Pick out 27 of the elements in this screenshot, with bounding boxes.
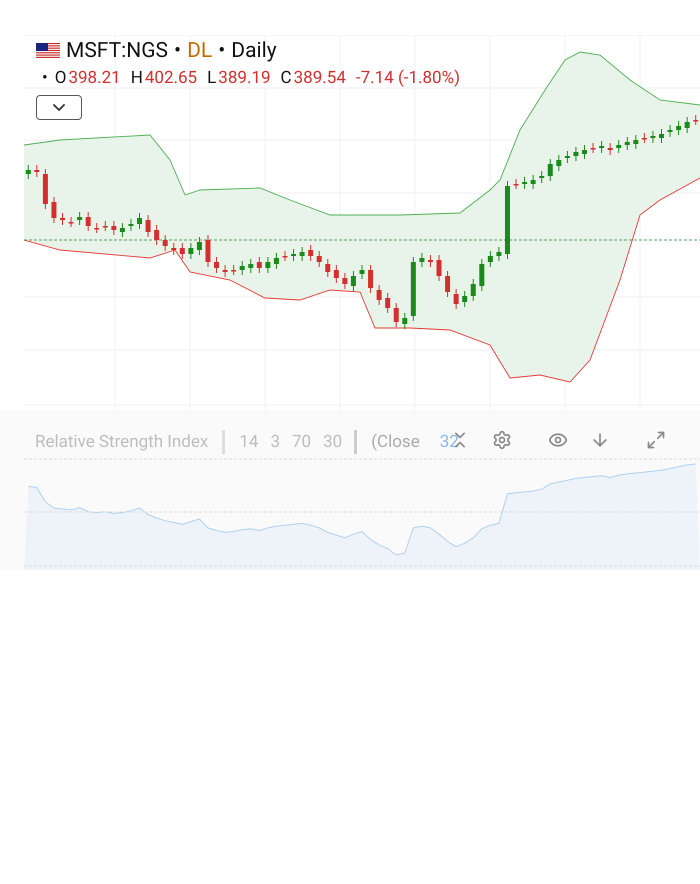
separator-dot: •: [218, 38, 226, 65]
indicator-param: 3: [270, 431, 280, 454]
indicator-param: 30: [323, 431, 342, 454]
ohlc-label: C: [280, 67, 292, 90]
symbol-label: MSFT:NGS: [66, 38, 168, 65]
indicator-name: Relative Strength Index: [35, 431, 208, 454]
ohlc-value: 402.65: [144, 67, 198, 90]
ohlc-value: 398.21: [68, 67, 121, 90]
ohlc-value: 389.54: [294, 67, 346, 90]
chevron-down-icon: [53, 104, 65, 111]
settings-icon[interactable]: [492, 430, 512, 450]
indicator-param: 70: [292, 431, 312, 454]
flag-icon: [36, 43, 60, 59]
indicator-source: (Close: [371, 431, 420, 454]
interval-label: Daily: [231, 38, 277, 65]
ohlc-label: H: [130, 67, 143, 90]
ohlc-label: L: [207, 67, 216, 90]
price-change: -7.14 (-1.80%): [356, 67, 460, 90]
indicator-value: 32: [440, 431, 459, 454]
ohlc-label: O: [54, 67, 66, 90]
source-label: DL: [187, 38, 212, 65]
expand-icon[interactable]: [646, 430, 666, 450]
bullet: •: [42, 67, 48, 90]
separator-dot: •: [174, 38, 182, 65]
collapse-button[interactable]: [36, 95, 82, 120]
indicator-param: 14: [239, 431, 258, 454]
ohlc-value: 389.19: [218, 67, 271, 90]
